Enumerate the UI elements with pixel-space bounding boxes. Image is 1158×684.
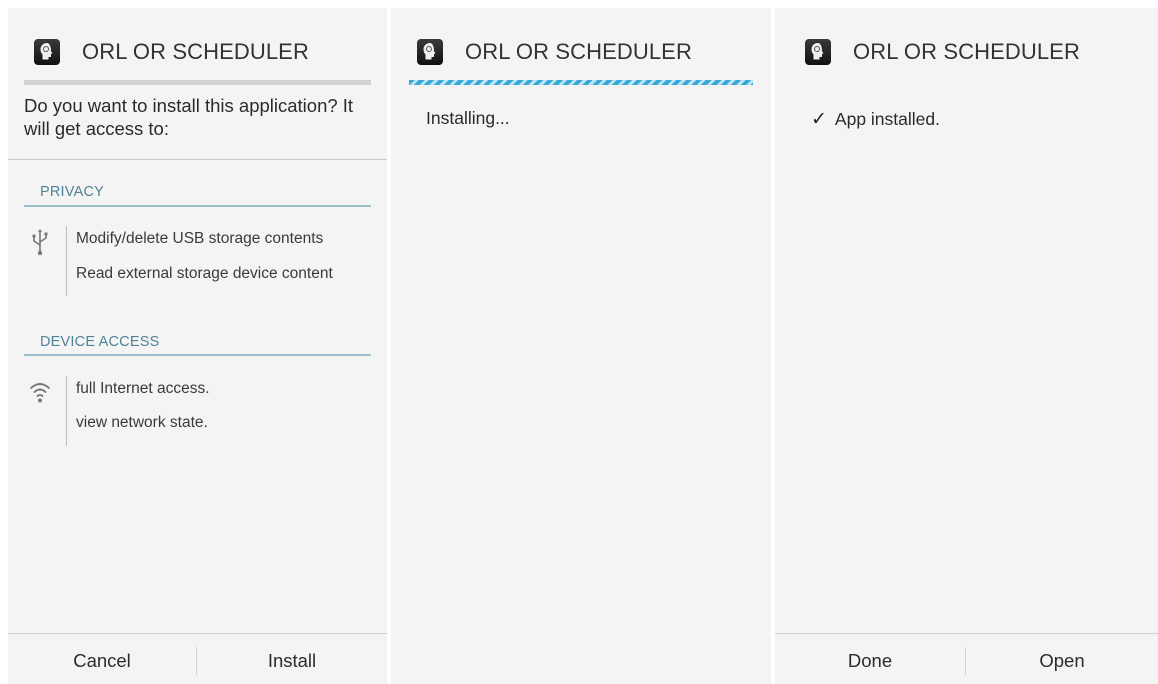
- title-bar: ORL OR SCHEDULER: [34, 30, 309, 74]
- install-button[interactable]: Install: [197, 638, 387, 684]
- section-line-device-access: [24, 354, 371, 356]
- installed-status-text: App installed.: [834, 109, 940, 129]
- checkmark-icon: ✓: [811, 109, 827, 130]
- section-label-device-access: DEVICE ACCESS: [40, 334, 160, 350]
- button-bar-divider: [8, 633, 387, 634]
- usb-icon: [28, 228, 52, 256]
- permission-group-line: [66, 376, 67, 446]
- permission-item: Read external storage device content: [76, 265, 333, 282]
- installed-screen: ORL OR SCHEDULER ✓ App installed. Done Op…: [775, 8, 1158, 684]
- cancel-button[interactable]: Cancel: [8, 638, 196, 684]
- title-bar: ORL OR SCHEDULER: [417, 30, 692, 74]
- permission-item: Modify/delete USB storage contents: [76, 230, 324, 247]
- installing-status: Installing...: [426, 108, 510, 128]
- app-icon: [417, 39, 443, 65]
- install-progress-bar: [409, 80, 753, 85]
- section-line-privacy: [24, 205, 371, 207]
- permission-item: full Internet access.: [76, 380, 210, 397]
- installing-screen: ORL OR SCHEDULER Installing...: [391, 8, 771, 684]
- question-divider: [8, 159, 387, 160]
- install-permissions-screen: ORL OR SCHEDULER Do you want to install …: [8, 8, 387, 684]
- app-title: ORL OR SCHEDULER: [465, 39, 692, 64]
- installed-status: ✓ App installed.: [811, 108, 940, 131]
- title-bar: ORL OR SCHEDULER: [805, 30, 1080, 74]
- app-icon: [805, 39, 831, 65]
- section-label-privacy: PRIVACY: [40, 184, 104, 200]
- button-bar-divider: [775, 633, 1158, 634]
- done-button[interactable]: Done: [775, 638, 965, 684]
- open-button[interactable]: Open: [966, 638, 1158, 684]
- install-question: Do you want to install this application?…: [24, 95, 354, 139]
- app-title: ORL OR SCHEDULER: [82, 39, 309, 64]
- permission-item: view network state.: [76, 414, 208, 431]
- wifi-icon: [28, 378, 52, 406]
- app-title: ORL OR SCHEDULER: [853, 39, 1080, 64]
- app-icon: [34, 39, 60, 65]
- title-divider: [24, 80, 371, 85]
- permission-group-line: [66, 226, 67, 296]
